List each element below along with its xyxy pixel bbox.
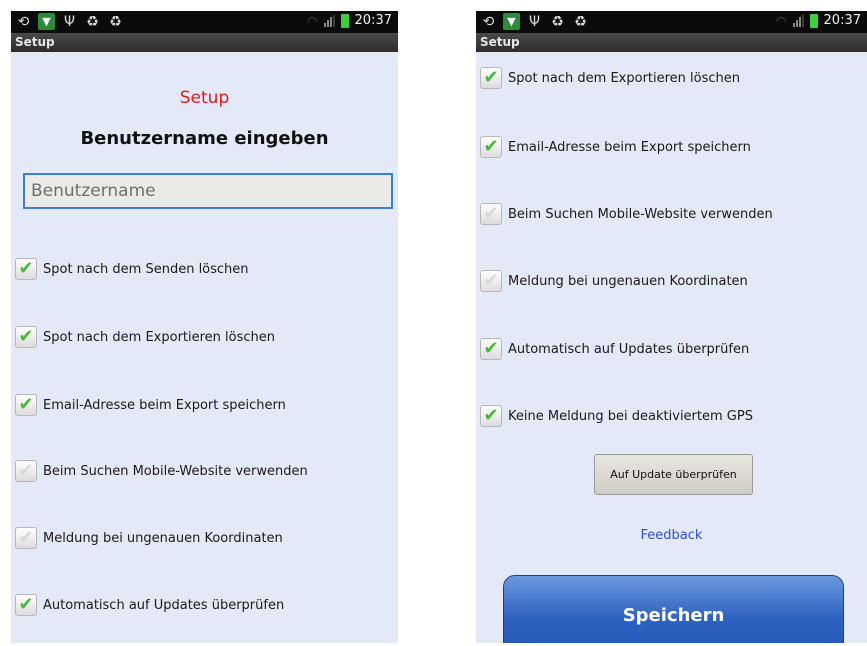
option-row[interactable]: ✔ Automatisch auf Updates überprüfen <box>15 590 284 620</box>
option-row[interactable]: ✔ Spot nach dem Senden löschen <box>15 254 249 284</box>
sync-icon: ⟲ <box>17 13 30 30</box>
clock: 20:37 <box>823 13 861 28</box>
option-row[interactable]: ✔ Keine Meldung bei deaktiviertem GPS <box>480 401 753 431</box>
option-label: Meldung bei ungenauen Koordinaten <box>508 273 748 289</box>
option-label: Email-Adresse beim Export speichern <box>43 397 286 413</box>
option-row[interactable]: ✔ Beim Suchen Mobile-Website verwenden <box>15 456 308 486</box>
option-label: Automatisch auf Updates überprüfen <box>508 341 750 357</box>
checkmark-icon: ✔ <box>18 527 34 548</box>
usb-icon: Ψ <box>63 13 76 30</box>
recycle-icon: ♻ <box>551 13 564 30</box>
feedback-link[interactable]: Feedback <box>476 528 867 543</box>
option-row[interactable]: ✔ Email-Adresse beim Export speichern <box>15 390 286 420</box>
checkbox[interactable]: ✔ <box>480 270 502 292</box>
checkmark-icon: ✔ <box>18 258 34 279</box>
phone-screen-right: ⟲ ▼ Ψ ♻ ♻ ◠ 20:37 Setup ✔ Spot nach dem … <box>476 11 867 643</box>
option-label: Email-Adresse beim Export speichern <box>508 139 751 155</box>
checkbox[interactable]: ✔ <box>15 527 37 549</box>
option-row[interactable]: ✔ Spot nach dem Exportieren löschen <box>15 322 275 352</box>
option-label: Meldung bei ungenauen Koordinaten <box>43 530 283 546</box>
shield-icon: ▼ <box>503 13 520 30</box>
option-row[interactable]: ✔ Meldung bei ungenauen Koordinaten <box>15 523 283 553</box>
usb-icon: Ψ <box>528 13 541 30</box>
option-label: Beim Suchen Mobile-Website verwenden <box>43 463 308 479</box>
app-title-bar: Setup <box>11 33 398 52</box>
checkmark-icon: ✔ <box>483 270 499 291</box>
option-label: Keine Meldung bei deaktiviertem GPS <box>508 408 753 424</box>
checkbox[interactable]: ✔ <box>480 338 502 360</box>
checkmark-icon: ✔ <box>483 136 499 157</box>
username-heading: Benutzername eingeben <box>80 128 329 149</box>
checkbox[interactable]: ✔ <box>480 136 502 158</box>
option-label: Spot nach dem Exportieren löschen <box>508 70 741 86</box>
check-updates-button[interactable]: Auf Update überprüfen <box>594 454 753 495</box>
option-label: Automatisch auf Updates überprüfen <box>43 597 285 613</box>
signal-icon <box>323 14 335 27</box>
signal-icon <box>792 14 804 27</box>
checkmark-icon: ✔ <box>18 326 34 347</box>
checkbox[interactable]: ✔ <box>480 203 502 225</box>
checkbox[interactable]: ✔ <box>15 394 37 416</box>
app-title-bar: Setup <box>476 33 867 52</box>
wifi-icon: ◠ <box>776 13 787 28</box>
sync-icon: ⟲ <box>482 13 495 30</box>
clock: 20:37 <box>354 13 392 28</box>
settings-content[interactable]: Setup Benutzername eingeben ✔ Spot nach … <box>11 52 398 643</box>
option-row[interactable]: ✔ Meldung bei ungenauen Koordinaten <box>480 266 748 296</box>
checkmark-icon: ✔ <box>18 394 34 415</box>
checkmark-icon: ✔ <box>18 594 34 615</box>
checkbox[interactable]: ✔ <box>480 405 502 427</box>
status-bar: ⟲ ▼ Ψ ♻ ♻ ◠ 20:37 <box>476 11 867 33</box>
save-button[interactable]: Speichern <box>503 575 844 643</box>
checkbox[interactable]: ✔ <box>480 67 502 89</box>
battery-icon <box>340 13 349 28</box>
checkbox[interactable]: ✔ <box>15 460 37 482</box>
checkmark-icon: ✔ <box>18 460 34 481</box>
recycle-icon: ♻ <box>109 13 122 30</box>
shield-icon: ▼ <box>38 13 55 30</box>
username-input[interactable] <box>23 173 393 209</box>
battery-icon <box>809 13 818 28</box>
option-label: Spot nach dem Senden löschen <box>43 261 249 277</box>
checkmark-icon: ✔ <box>483 203 499 224</box>
recycle-icon: ♻ <box>574 13 587 30</box>
checkbox[interactable]: ✔ <box>15 258 37 280</box>
phone-screen-left: ⟲ ▼ Ψ ♻ ♻ ◠ 20:37 Setup Setup Benutzerna… <box>11 11 398 643</box>
page-title: Setup <box>179 88 230 108</box>
checkbox[interactable]: ✔ <box>15 594 37 616</box>
checkmark-icon: ✔ <box>483 338 499 359</box>
option-label: Beim Suchen Mobile-Website verwenden <box>508 206 773 222</box>
checkmark-icon: ✔ <box>483 405 499 426</box>
status-bar: ⟲ ▼ Ψ ♻ ♻ ◠ 20:37 <box>11 11 398 33</box>
settings-content[interactable]: ✔ Spot nach dem Exportieren löschen ✔ Em… <box>476 52 867 643</box>
option-row[interactable]: ✔ Automatisch auf Updates überprüfen <box>480 334 749 364</box>
option-label: Spot nach dem Exportieren löschen <box>43 329 276 345</box>
option-row[interactable]: ✔ Spot nach dem Exportieren löschen <box>480 63 740 93</box>
checkmark-icon: ✔ <box>483 67 499 88</box>
checkbox[interactable]: ✔ <box>15 326 37 348</box>
recycle-icon: ♻ <box>86 13 99 30</box>
wifi-icon: ◠ <box>307 13 318 28</box>
option-row[interactable]: ✔ Email-Adresse beim Export speichern <box>480 132 751 162</box>
option-row[interactable]: ✔ Beim Suchen Mobile-Website verwenden <box>480 199 773 229</box>
